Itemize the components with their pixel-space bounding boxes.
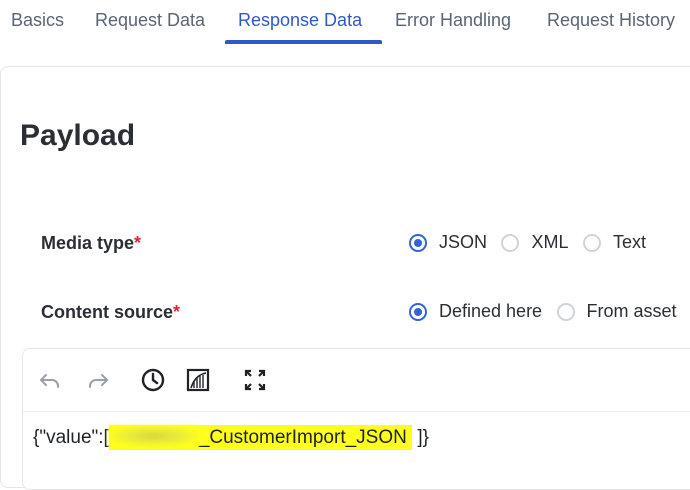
editor-toolbar [23,349,690,412]
media-type-label-text: Media type [41,233,135,253]
code-prefix: {"value":[ [33,427,109,448]
redo-icon[interactable] [85,367,111,393]
content-source-label: Content source* [41,302,180,323]
radio-checked-icon[interactable] [409,302,427,321]
radio-unchecked-icon[interactable] [556,302,575,321]
media-type-text-option[interactable]: Text [582,232,646,253]
radio-label: Defined here [439,301,543,321]
code-editor[interactable] [22,348,690,490]
chart-icon[interactable] [185,367,211,393]
media-type-options: JSON XML Text [409,232,656,256]
redacted-blur [108,426,199,446]
code-suffix: ]} [417,427,430,448]
undo-icon[interactable] [37,367,63,393]
radio-label: Text [612,232,646,252]
code-line[interactable]: {"value":[ _CustomerImport_JSON ]} [33,425,430,450]
radio-checked-icon[interactable] [409,233,427,252]
radio-unchecked-icon[interactable] [501,233,520,252]
media-type-label: Media type* [41,233,141,254]
media-type-xml-option[interactable]: XML [501,232,568,253]
radio-unchecked-icon[interactable] [582,233,601,252]
radio-label: XML [531,232,569,252]
highlighted-value: _CustomerImport_JSON [108,425,413,450]
radio-label: From asset [586,301,677,321]
expand-icon[interactable] [242,367,268,393]
tab-response-data[interactable]: Response Data [238,0,362,42]
highlighted-text: _CustomerImport_JSON [198,427,407,448]
content-source-defined-here-option[interactable]: Defined here [409,301,542,322]
content-source-options: Defined here From asset [409,301,687,325]
tab-bar: Basics Request Data Response Data Error … [0,0,690,44]
media-type-json-option[interactable]: JSON [409,232,487,253]
tab-request-data[interactable]: Request Data [95,0,205,42]
required-mark: * [173,302,181,322]
active-tab-indicator [225,40,382,44]
tab-request-history[interactable]: Request History [547,0,675,42]
history-icon[interactable] [140,367,166,393]
tab-error-handling[interactable]: Error Handling [395,0,511,42]
page-title: Payload [20,119,136,152]
content-source-from-asset-option[interactable]: From asset [556,301,677,322]
tab-basics[interactable]: Basics [11,0,64,42]
required-mark: * [134,233,142,253]
radio-label: JSON [439,232,488,252]
content-source-label-text: Content source [41,302,174,322]
